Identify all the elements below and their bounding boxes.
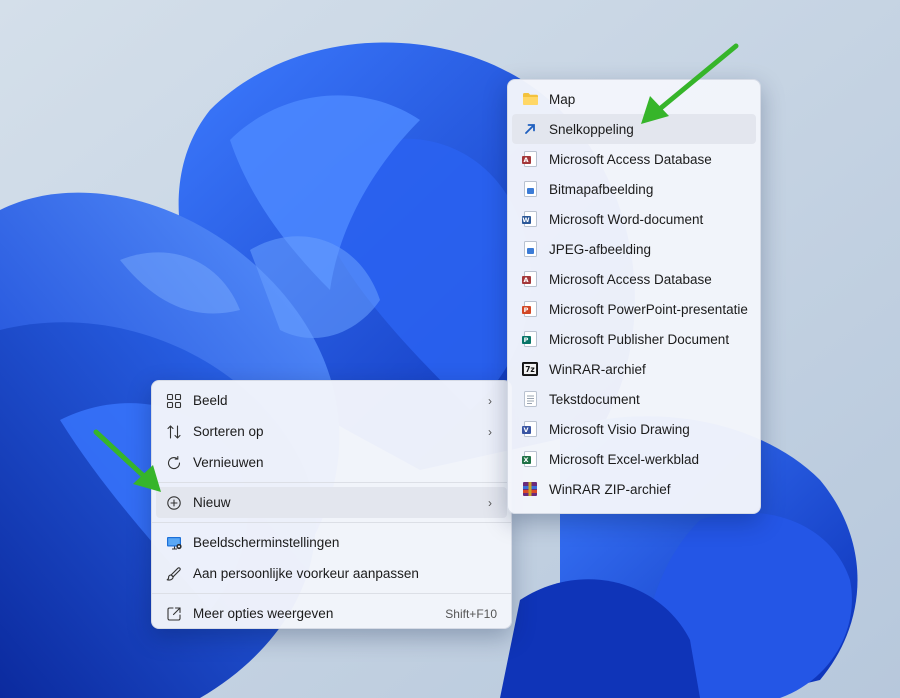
submenu-item-bitmap[interactable]: Bitmapafbeelding [512,174,756,204]
submenu-item-label: Map [549,91,576,107]
winrar-zip-archive-icon [521,480,539,498]
grid-view-icon [165,392,183,410]
chevron-right-icon: › [488,424,492,439]
submenu-item-winrar[interactable]: 7z WinRAR-archief [512,354,756,384]
submenu-item-access-database[interactable]: A Microsoft Access Database [512,144,756,174]
menu-item-label: Meer opties weergeven [193,606,334,621]
menu-item-vernieuwen[interactable]: Vernieuwen [156,447,507,478]
submenu-item-snelkoppeling[interactable]: Snelkoppeling [512,114,756,144]
submenu-item-access-database-2[interactable]: A Microsoft Access Database [512,264,756,294]
keyboard-shortcut: Shift+F10 [445,606,497,621]
menu-item-meer-opties[interactable]: Meer opties weergeven Shift+F10 [156,598,507,629]
menu-item-personaliseren[interactable]: Aan persoonlijke voorkeur aanpassen [156,558,507,589]
submenu-item-winrar-zip[interactable]: WinRAR ZIP-archief [512,474,756,504]
menu-item-label: Nieuw [193,495,231,510]
menu-item-beeldscherminstellingen[interactable]: Beeldscherminstellingen [156,527,507,558]
submenu-item-label: Microsoft Visio Drawing [549,421,690,437]
submenu-item-label: Microsoft Access Database [549,151,712,167]
new-submenu: Map Snelkoppeling A Microsoft Access Dat… [507,79,761,514]
submenu-item-powerpoint[interactable]: P Microsoft PowerPoint-presentatie [512,294,756,324]
menu-item-label: Sorteren op [193,424,264,439]
excel-worksheet-icon: X [521,450,539,468]
submenu-item-label: Microsoft Access Database [549,271,712,287]
powerpoint-presentation-icon: P [521,300,539,318]
submenu-item-label: WinRAR-archief [549,361,646,377]
shortcut-arrow-icon [521,120,539,138]
visio-drawing-icon: V [521,420,539,438]
chevron-right-icon: › [488,393,492,408]
bitmap-image-icon [521,180,539,198]
menu-item-label: Beeld [193,393,228,408]
menu-item-nieuw[interactable]: Nieuw › [156,487,507,518]
add-circle-icon [165,494,183,512]
word-document-icon: W [521,210,539,228]
menu-item-sorteren-op[interactable]: Sorteren op › [156,416,507,447]
winrar-archive-icon: 7z [521,360,539,378]
jpeg-image-icon [521,240,539,258]
menu-separator [152,593,511,594]
chevron-right-icon: › [488,495,492,510]
menu-item-label: Vernieuwen [193,455,264,470]
submenu-item-tekstdocument[interactable]: Tekstdocument [512,384,756,414]
submenu-item-excel[interactable]: X Microsoft Excel-werkblad [512,444,756,474]
access-database-icon: A [521,270,539,288]
submenu-item-label: Microsoft Publisher Document [549,331,730,347]
sort-icon [165,423,183,441]
more-options-icon [165,605,183,623]
submenu-item-visio[interactable]: V Microsoft Visio Drawing [512,414,756,444]
submenu-item-label: WinRAR ZIP-archief [549,481,671,497]
submenu-item-label: Bitmapafbeelding [549,181,654,197]
personalize-brush-icon [165,565,183,583]
menu-item-label: Beeldscherminstellingen [193,535,340,550]
refresh-icon [165,454,183,472]
folder-icon [521,90,539,108]
submenu-item-label: Microsoft Excel-werkblad [549,451,700,467]
desktop-context-menu: Beeld › Sorteren op › Vernieuwen Nieuw ›… [151,380,512,629]
menu-item-label: Aan persoonlijke voorkeur aanpassen [193,566,419,581]
submenu-item-label: Microsoft PowerPoint-presentatie [549,301,748,317]
menu-separator [152,522,511,523]
submenu-item-word-document[interactable]: W Microsoft Word-document [512,204,756,234]
submenu-item-label: Microsoft Word-document [549,211,704,227]
submenu-item-label: JPEG-afbeelding [549,241,652,257]
svg-text:7z: 7z [525,365,535,374]
display-settings-icon [165,534,183,552]
submenu-item-label: Tekstdocument [549,391,640,407]
text-document-icon [521,390,539,408]
submenu-item-publisher[interactable]: P Microsoft Publisher Document [512,324,756,354]
publisher-document-icon: P [521,330,539,348]
access-database-icon: A [521,150,539,168]
submenu-item-map[interactable]: Map [512,84,756,114]
menu-item-beeld[interactable]: Beeld › [156,385,507,416]
menu-separator [152,482,511,483]
submenu-item-label: Snelkoppeling [549,121,634,137]
submenu-item-jpeg[interactable]: JPEG-afbeelding [512,234,756,264]
